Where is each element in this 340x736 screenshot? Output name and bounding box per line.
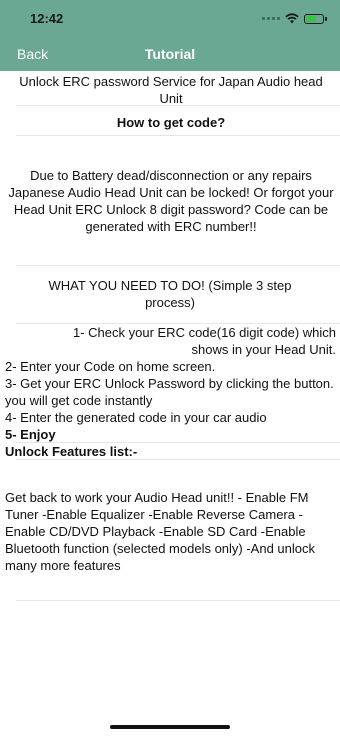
intro-text: Due to Battery dead/disconnection or any… [8, 168, 334, 234]
step-2: 2- Enter your Code on home screen. [5, 359, 216, 374]
step-3: 3- Get your ERC Unlock Password by click… [5, 376, 334, 408]
home-indicator [110, 725, 230, 729]
features-title: Unlock Features list:- [5, 444, 138, 459]
status-icons [262, 13, 327, 24]
step-5: 5- Enjoy [5, 427, 56, 442]
separator [16, 135, 340, 136]
features-list: Get back to work your Audio Head unit!! … [5, 490, 316, 573]
separator [16, 265, 340, 266]
separator [16, 459, 340, 460]
steps-title: WHAT YOU NEED TO DO! (Simple 3 step proc… [48, 278, 292, 310]
page-title: Tutorial [144, 46, 196, 62]
step-1: 1- Check your ERC code(16 digit code) wh… [72, 325, 336, 357]
navigation-header: 12:42 Back Tutorial [0, 0, 340, 71]
service-heading: Unlock ERC password Service for Japan Au… [19, 74, 323, 106]
battery-charging-icon [304, 13, 327, 24]
back-button[interactable]: Back [17, 46, 48, 62]
cellular-signal-icon [262, 17, 280, 20]
step-4: 4- Enter the generated code in your car … [5, 410, 267, 425]
separator [16, 105, 340, 106]
how-to-get-code-heading: How to get code? [116, 115, 226, 130]
wifi-icon [285, 13, 299, 24]
status-time: 12:42 [30, 11, 64, 26]
separator [16, 600, 340, 601]
